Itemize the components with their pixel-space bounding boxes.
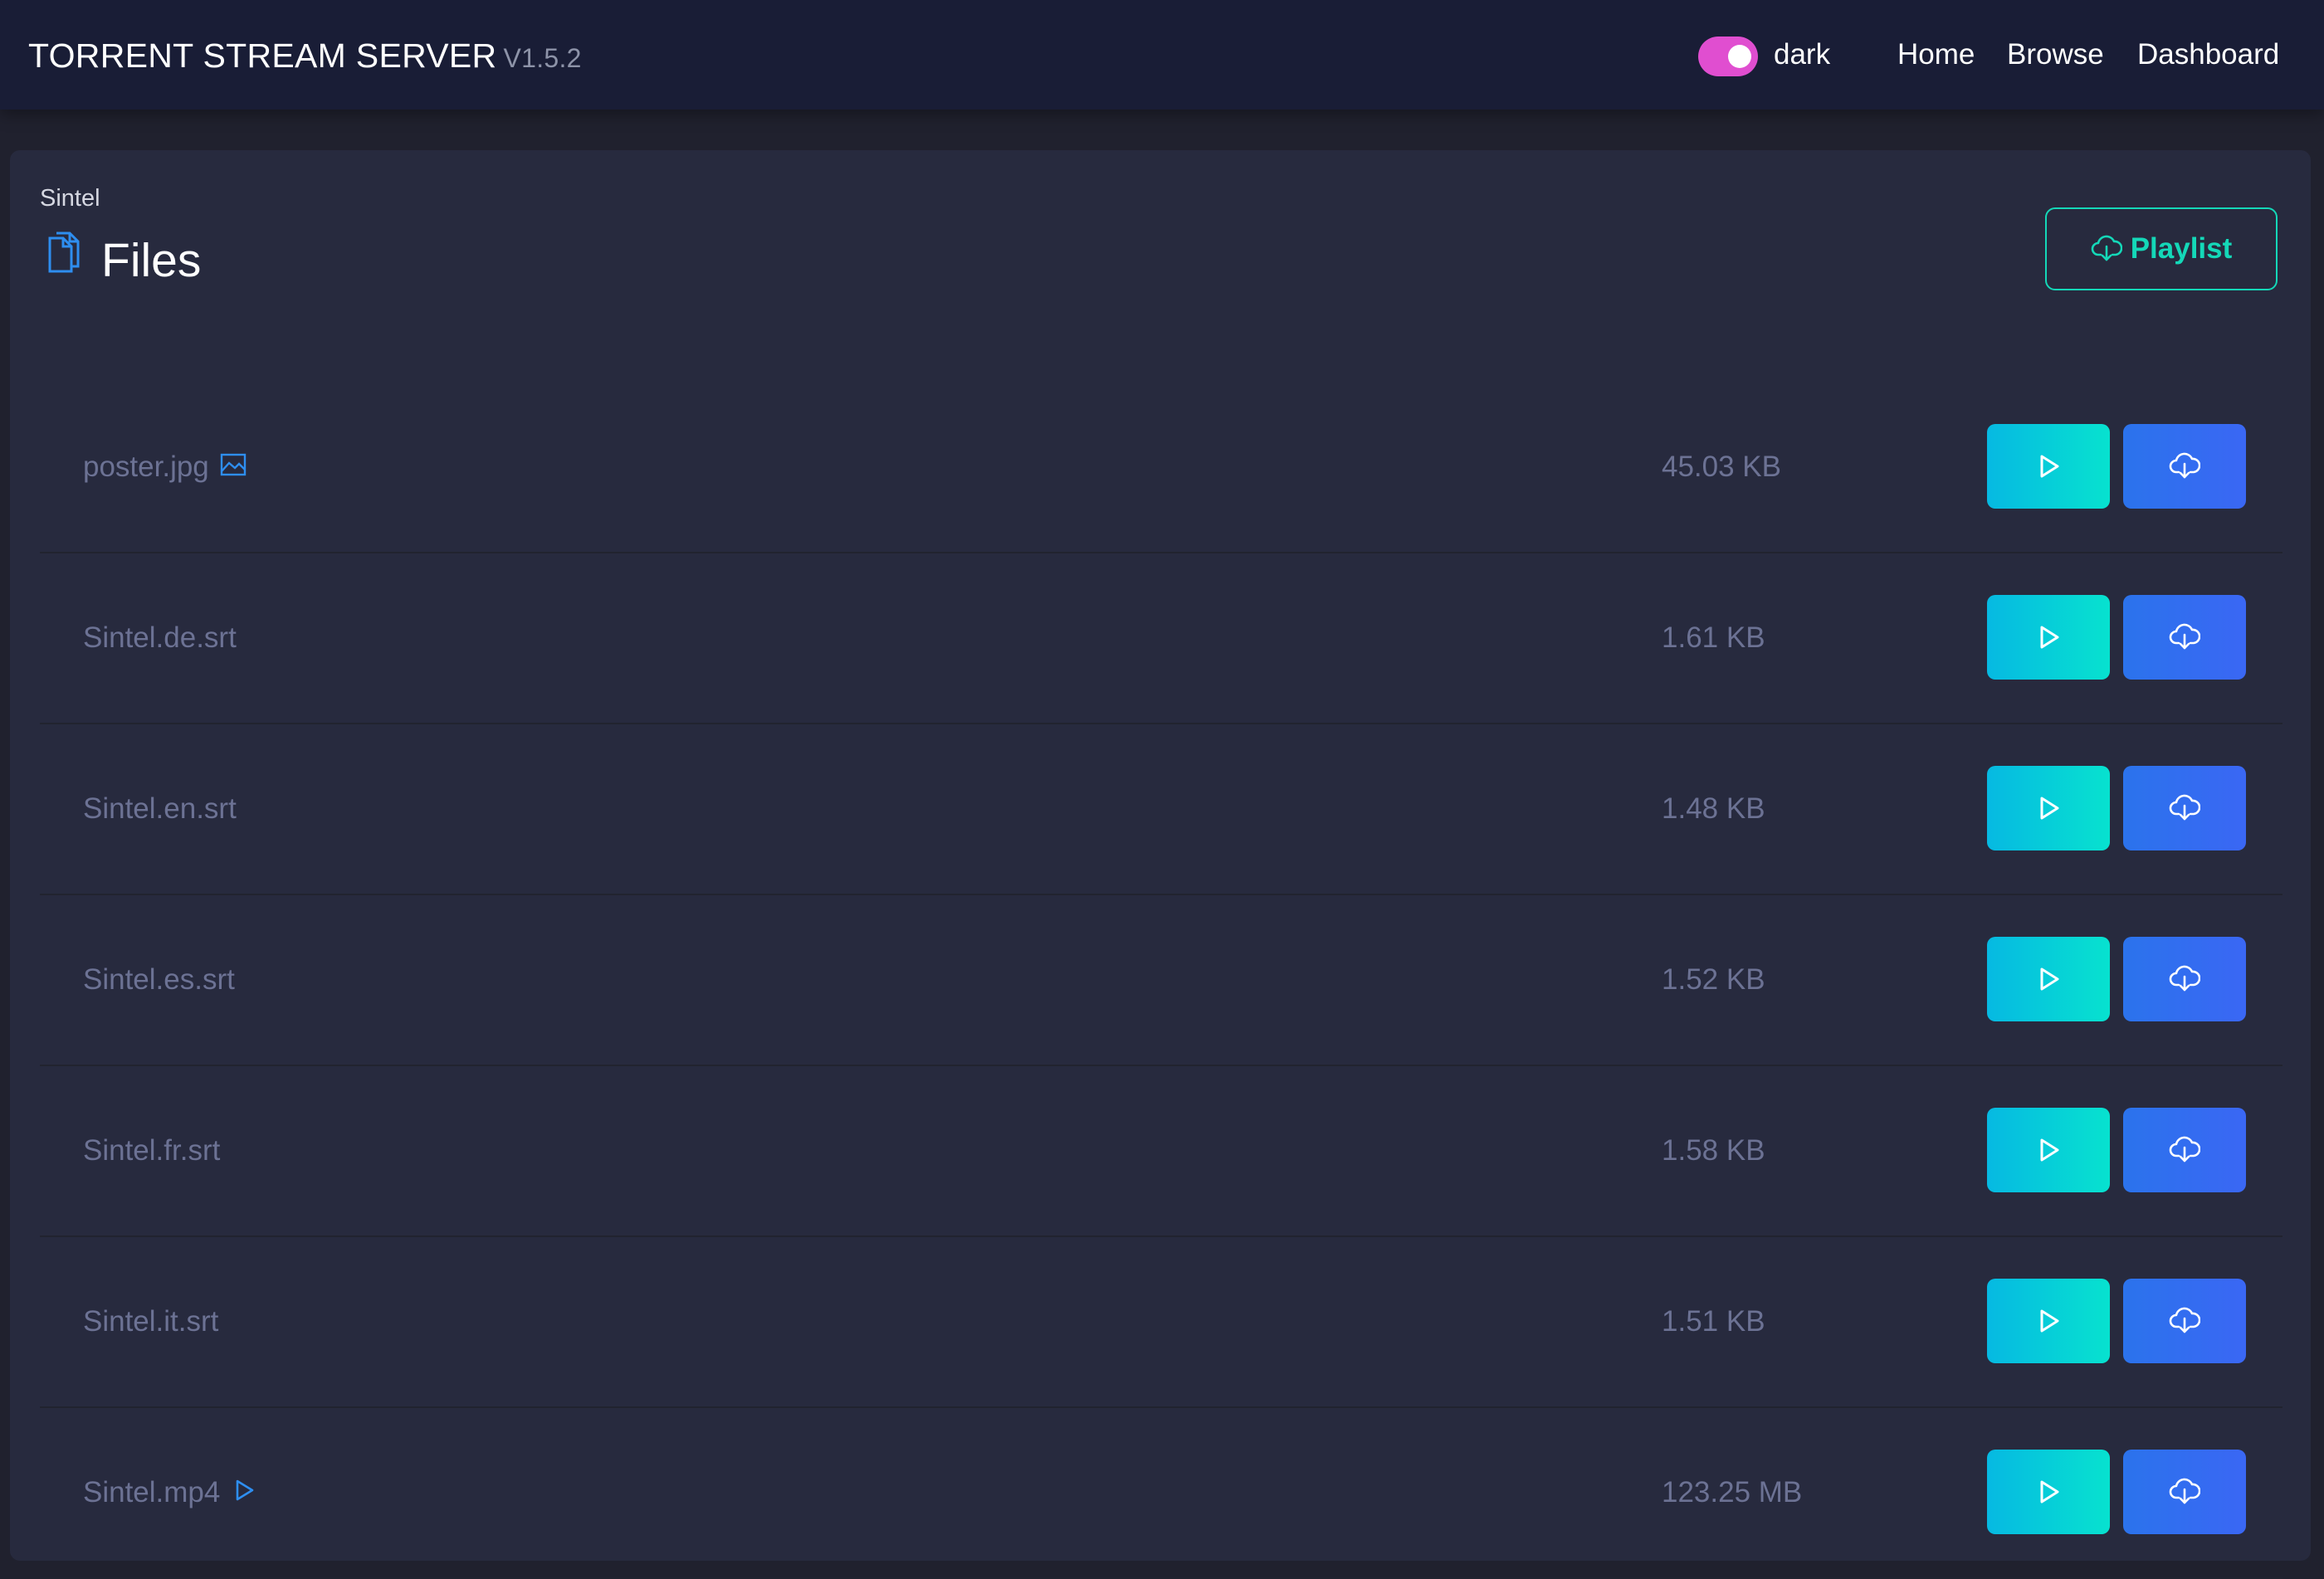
file-name-text: Sintel.de.srt xyxy=(83,621,237,654)
file-name-text: Sintel.en.srt xyxy=(83,792,237,825)
cloud-download-icon xyxy=(2169,794,2200,821)
playlist-button-label: Playlist xyxy=(2130,232,2233,265)
file-name-text: Sintel.mp4 xyxy=(83,1476,221,1508)
file-name-text: Sintel.it.srt xyxy=(83,1305,219,1338)
file-name[interactable]: poster.jpg xyxy=(83,451,247,484)
play-button[interactable] xyxy=(1987,1108,2110,1192)
file-name-text: Sintel.es.srt xyxy=(83,963,235,996)
theme-toggle[interactable] xyxy=(1698,37,1758,76)
app-brand[interactable]: TORRENT STREAM SERVER V1.5.2 xyxy=(28,37,582,76)
cloud-download-icon xyxy=(2169,1478,2200,1504)
download-button[interactable] xyxy=(2123,424,2246,509)
files-icon xyxy=(48,231,80,273)
file-row: Sintel.mp4 123.25 MB xyxy=(40,1408,2282,1579)
nav-dashboard[interactable]: Dashboard xyxy=(2137,38,2279,71)
play-icon xyxy=(2040,797,2059,820)
play-icon xyxy=(2040,1480,2059,1503)
theme-toggle-label: dark xyxy=(1774,38,1831,71)
file-name[interactable]: Sintel.en.srt xyxy=(83,792,237,826)
play-button[interactable] xyxy=(1987,766,2110,850)
play-icon xyxy=(2040,455,2059,478)
download-button[interactable] xyxy=(2123,1450,2246,1534)
page-title: Files xyxy=(101,234,202,287)
cloud-download-icon xyxy=(2169,452,2200,479)
download-button[interactable] xyxy=(2123,1279,2246,1363)
file-size: 45.03 KB xyxy=(1662,451,1781,483)
breadcrumb[interactable]: Sintel xyxy=(40,185,100,212)
play-icon xyxy=(2040,1138,2059,1162)
file-size: 1.52 KB xyxy=(1662,963,1765,996)
file-size: 1.58 KB xyxy=(1662,1134,1765,1167)
file-name[interactable]: Sintel.it.srt xyxy=(83,1305,218,1338)
cloud-download-icon xyxy=(2169,1136,2200,1162)
image-icon xyxy=(220,453,246,476)
file-name[interactable]: Sintel.fr.srt xyxy=(83,1134,220,1167)
top-navbar: TORRENT STREAM SERVER V1.5.2 dark Home Br… xyxy=(0,0,2324,110)
app-version: V1.5.2 xyxy=(503,43,582,73)
file-size: 1.61 KB xyxy=(1662,621,1765,654)
play-button[interactable] xyxy=(1987,424,2110,509)
file-name[interactable]: Sintel.de.srt xyxy=(83,621,237,655)
file-list: poster.jpg 45.03 KB Sintel.de.srt 1.61 KB Si… xyxy=(40,383,2282,1579)
play-icon xyxy=(237,1479,254,1501)
play-button[interactable] xyxy=(1987,1279,2110,1363)
play-button[interactable] xyxy=(1987,595,2110,680)
cloud-download-icon xyxy=(2169,965,2200,992)
cloud-download-icon xyxy=(2169,1307,2200,1333)
theme-toggle-knob xyxy=(1728,45,1751,68)
file-size: 1.48 KB xyxy=(1662,792,1765,825)
download-button[interactable] xyxy=(2123,766,2246,850)
file-name[interactable]: Sintel.mp4 xyxy=(83,1476,258,1509)
file-row: poster.jpg 45.03 KB xyxy=(40,383,2282,553)
file-row: Sintel.en.srt 1.48 KB xyxy=(40,724,2282,895)
file-row: Sintel.fr.srt 1.58 KB xyxy=(40,1066,2282,1237)
file-size: 123.25 MB xyxy=(1662,1476,1803,1508)
app-title: TORRENT STREAM SERVER xyxy=(28,37,497,75)
download-button[interactable] xyxy=(2123,937,2246,1021)
file-name-text: Sintel.fr.srt xyxy=(83,1134,221,1167)
play-icon xyxy=(2040,1309,2059,1333)
download-button[interactable] xyxy=(2123,1108,2246,1192)
play-icon xyxy=(2040,967,2059,991)
play-button[interactable] xyxy=(1987,937,2110,1021)
nav-home[interactable]: Home xyxy=(1897,38,1975,71)
cloud-download-icon xyxy=(2169,623,2200,650)
file-row: Sintel.es.srt 1.52 KB xyxy=(40,895,2282,1066)
files-card: Sintel Files Playlist poster.jpg 45.03 KB… xyxy=(10,150,2311,1579)
file-name-text: poster.jpg xyxy=(83,451,209,483)
download-button[interactable] xyxy=(2123,595,2246,680)
nav-browse[interactable]: Browse xyxy=(2007,38,2104,71)
file-size: 1.51 KB xyxy=(1662,1305,1765,1338)
file-row: Sintel.it.srt 1.51 KB xyxy=(40,1237,2282,1408)
playlist-button[interactable]: Playlist xyxy=(2045,207,2278,290)
cloud-download-icon xyxy=(2091,235,2122,261)
play-icon xyxy=(2040,626,2059,649)
file-row: Sintel.de.srt 1.61 KB xyxy=(40,553,2282,724)
file-name[interactable]: Sintel.es.srt xyxy=(83,963,235,997)
play-button[interactable] xyxy=(1987,1450,2110,1534)
